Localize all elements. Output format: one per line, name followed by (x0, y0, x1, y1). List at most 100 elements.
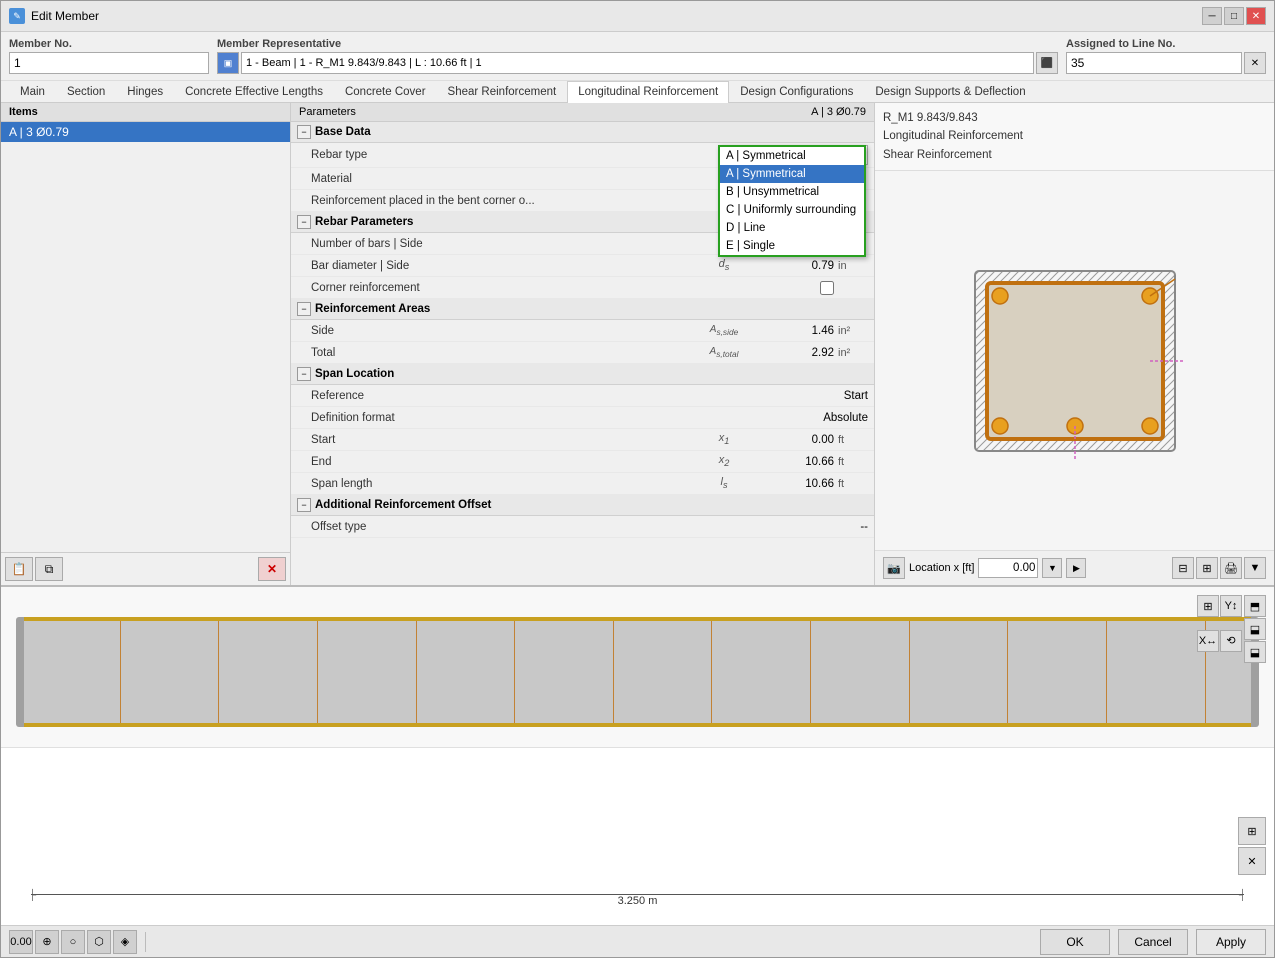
tab-hinges[interactable]: Hinges (116, 81, 174, 102)
window-title: Edit Member (31, 9, 99, 23)
rebar-line (810, 621, 811, 723)
params-value-header: A | 3 Ø0.79 (811, 106, 866, 118)
param-value-corner-reinforcement[interactable] (744, 281, 834, 295)
assigned-line-group: Assigned to Line No. ✕ (1066, 38, 1266, 74)
section-toggle-base-data[interactable]: − (297, 125, 311, 139)
param-name-definition-format: Definition format (311, 412, 738, 424)
location-next-btn[interactable]: ▶ (1066, 558, 1086, 578)
tab-shear-reinforcement[interactable]: Shear Reinforcement (437, 81, 568, 102)
member-rep-select-btn[interactable]: ⬛ (1036, 52, 1058, 74)
tab-main[interactable]: Main (9, 81, 56, 102)
assigned-line-label: Assigned to Line No. (1066, 38, 1266, 50)
add-item-button[interactable]: 📋 (5, 557, 33, 581)
camera-button[interactable]: 📷 (883, 557, 905, 579)
rebar-line (317, 621, 318, 723)
status-icon-2[interactable]: ⊕ (35, 930, 59, 954)
dim-arrow-left: ├ (29, 890, 36, 901)
param-symbol-total-area: As,total (704, 346, 744, 359)
param-name-rebar-type: Rebar type (311, 149, 678, 161)
bottom-toolbar-btn2[interactable]: ✕ (1238, 847, 1266, 875)
member-no-input[interactable] (9, 52, 209, 74)
dropdown-option-a-symmetrical-first[interactable]: A | Symmetrical (720, 147, 864, 165)
corner-reinforcement-checkbox[interactable] (820, 281, 834, 295)
section-title-base-data: Base Data (315, 126, 371, 138)
param-value-total-area: 2.92 (744, 347, 834, 359)
status-icon-4[interactable]: ⬡ (87, 930, 111, 954)
beam-container (21, 607, 1254, 737)
params-panel: Parameters A | 3 Ø0.79 − Base Data Rebar… (291, 103, 874, 585)
list-item[interactable]: A | 3 Ø0.79 (1, 122, 290, 142)
param-value-end: 10.66 (744, 456, 834, 468)
ok-button[interactable]: OK (1040, 929, 1110, 955)
toolbar-view3-btn[interactable]: ⬓ (1244, 641, 1266, 663)
rebar-line (909, 621, 910, 723)
section-toggle-reinforcement-areas[interactable]: − (297, 302, 311, 316)
bottom-toolbar-btn1[interactable]: ⊞ (1238, 817, 1266, 845)
member-rep-input[interactable] (241, 52, 1034, 74)
section-toggle-additional-offset[interactable]: − (297, 498, 311, 512)
toolbar-x-btn[interactable]: X↔ (1197, 630, 1219, 652)
assigned-line-btn[interactable]: ✕ (1244, 52, 1266, 74)
dropdown-option-d-line[interactable]: D | Line (720, 219, 864, 237)
dropdown-option-a-symmetrical[interactable]: A | Symmetrical (720, 165, 864, 183)
view-mode-btn[interactable]: ⊞ (1196, 557, 1218, 579)
delete-item-button[interactable]: ✕ (258, 557, 286, 581)
export-btn[interactable]: 🖨 (1220, 557, 1242, 579)
member-rep-value-row: ▣ ⬛ (217, 52, 1058, 74)
toolbar-view2-btn[interactable]: ⬓ (1244, 618, 1266, 640)
maximize-button[interactable]: □ (1224, 7, 1244, 25)
param-unit-bar-diameter: in (838, 260, 868, 272)
status-icon-1[interactable]: 0.00 (9, 930, 33, 954)
params-title: Parameters (299, 106, 356, 118)
tab-concrete-cover[interactable]: Concrete Cover (334, 81, 437, 102)
tab-section[interactable]: Section (56, 81, 116, 102)
toolbar-grid-btn[interactable]: ⊞ (1197, 595, 1219, 617)
filter-button[interactable]: ⊟ (1172, 557, 1194, 579)
param-unit-side-area: in² (838, 325, 868, 337)
more-btn[interactable]: ▼ (1244, 557, 1266, 579)
dropdown-option-c-uniformly[interactable]: C | Uniformly surrounding (720, 201, 864, 219)
tab-design-supports[interactable]: Design Supports & Deflection (864, 81, 1036, 102)
close-button[interactable]: ✕ (1246, 7, 1266, 25)
dropdown-option-b-unsymmetrical[interactable]: B | Unsymmetrical (720, 183, 864, 201)
status-bar: 0.00 ⊕ ○ ⬡ ◈ OK Cancel Apply (1, 925, 1274, 957)
main-content: Items A | 3 Ø0.79 📋 ⧉ ✕ Parameters A | 3… (1, 103, 1274, 585)
location-input[interactable] (978, 558, 1038, 578)
minimize-button[interactable]: ─ (1202, 7, 1222, 25)
items-list: A | 3 Ø0.79 (1, 122, 290, 552)
section-toggle-rebar-parameters[interactable]: − (297, 215, 311, 229)
tab-concrete-effective-lengths[interactable]: Concrete Effective Lengths (174, 81, 334, 102)
section-toggle-span-location[interactable]: − (297, 367, 311, 381)
toolbar-y-btn[interactable]: Y↕ (1220, 595, 1242, 617)
param-val-span-length: 10.66 (805, 478, 834, 490)
right-panel-info: R_M1 9.843/9.843 Longitudinal Reinforcem… (875, 103, 1274, 171)
toolbar-view1-btn[interactable]: ⬒ (1244, 595, 1266, 617)
left-panel-footer: 📋 ⧉ ✕ (1, 552, 290, 585)
status-icon-5[interactable]: ◈ (113, 930, 137, 954)
status-icon-3[interactable]: ○ (61, 930, 85, 954)
tab-design-configurations[interactable]: Design Configurations (729, 81, 864, 102)
apply-button[interactable]: Apply (1196, 929, 1266, 955)
app-icon: ✎ (9, 8, 25, 24)
location-down-btn[interactable]: ▼ (1042, 558, 1062, 578)
section-title-rebar-parameters: Rebar Parameters (315, 216, 413, 228)
bottom-section: ⊞ Y↕ X↔ ⟲ ⬒ ⬓ ⬓ (1, 585, 1274, 925)
param-val-end: 10.66 (805, 456, 834, 468)
section-base-data-header[interactable]: − Base Data (291, 122, 874, 143)
assigned-line-input[interactable] (1066, 52, 1242, 74)
top-fields: Member No. Member Representative ▣ ⬛ Ass… (1, 32, 1274, 81)
cancel-button[interactable]: Cancel (1118, 929, 1188, 955)
section-span-location-header[interactable]: − Span Location (291, 364, 874, 385)
copy-item-button[interactable]: ⧉ (35, 557, 63, 581)
beam-end-left (16, 617, 24, 727)
info-line-2: Longitudinal Reinforcement (883, 127, 1266, 145)
param-val-total-area: 2.92 (812, 347, 834, 359)
section-additional-offset-header[interactable]: − Additional Reinforcement Offset (291, 495, 874, 516)
tab-longitudinal-reinforcement[interactable]: Longitudinal Reinforcement (567, 81, 729, 103)
toolbar-rotate-btn[interactable]: ⟲ (1220, 630, 1242, 652)
section-reinforcement-areas-header[interactable]: − Reinforcement Areas (291, 299, 874, 320)
section-title-reinforcement-areas: Reinforcement Areas (315, 303, 430, 315)
param-value-span-length: 10.66 (744, 478, 834, 490)
dropdown-option-e-single[interactable]: E | Single (720, 237, 864, 255)
title-bar: ✎ Edit Member ─ □ ✕ (1, 1, 1274, 32)
